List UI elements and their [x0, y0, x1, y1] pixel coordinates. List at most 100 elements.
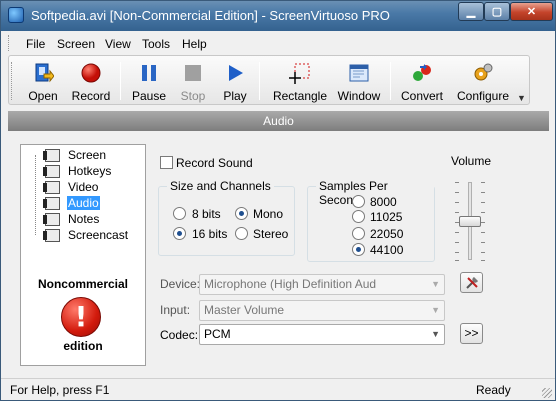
toolbar-grip[interactable] [11, 62, 14, 100]
window-button[interactable]: Window [333, 56, 385, 104]
clapper-icon [43, 228, 61, 242]
app-window: Softpedia.avi [Non-Commercial Edition] -… [0, 0, 556, 401]
tree-item-hotkeys[interactable]: Hotkeys [43, 164, 112, 178]
clapper-icon [43, 148, 61, 162]
radio-8000[interactable] [352, 195, 365, 208]
tree-item-video[interactable]: Video [43, 180, 99, 194]
convert-label: Convert [400, 89, 444, 103]
device-select[interactable]: Microphone (High Definition Aud ▼ [199, 274, 445, 295]
radio-stereo[interactable] [235, 227, 248, 240]
tree-item-audio[interactable]: Audio [43, 196, 100, 210]
device-value: Microphone (High Definition Aud [204, 277, 377, 291]
category-tree: Screen Hotkeys Video Audio Notes Screenc… [20, 144, 146, 366]
open-label: Open [28, 89, 58, 103]
pause-button[interactable]: Pause [127, 56, 171, 104]
radio-16-bits[interactable] [173, 227, 186, 240]
window-select-icon [349, 64, 369, 82]
warning-icon: ! [61, 297, 101, 337]
noncommercial-label: Noncommercial [37, 277, 129, 291]
tree-item-label: Hotkeys [68, 164, 112, 178]
maximize-button[interactable]: ▢ [484, 2, 510, 21]
chevron-down-icon: ▼ [431, 329, 440, 339]
chevron-down-icon: ▼ [431, 279, 440, 289]
stop-button[interactable]: Stop [173, 56, 213, 104]
device-settings-button[interactable] [460, 272, 483, 293]
codec-more-button[interactable]: >> [460, 323, 483, 344]
configure-icon [474, 63, 493, 81]
clapper-icon [43, 164, 61, 178]
resize-grip[interactable] [542, 388, 552, 398]
section-header: Audio [8, 111, 549, 131]
toolbar-separator [259, 62, 260, 100]
open-icon [35, 63, 54, 83]
tree-item-screencast[interactable]: Screencast [43, 228, 129, 242]
chevron-down-icon: ▼ [431, 305, 440, 315]
input-label: Input: [160, 303, 191, 317]
record-sound-label: Record Sound [176, 156, 253, 170]
record-icon [81, 63, 101, 83]
label-8-bits: 8 bits [192, 207, 221, 221]
settings-panel: Screen Hotkeys Video Audio Notes Screenc… [8, 134, 549, 375]
play-button[interactable]: Play [215, 56, 255, 104]
tree-lines [35, 155, 36, 235]
radio-44100[interactable] [352, 243, 365, 256]
clapper-icon [43, 212, 61, 226]
menu-tools[interactable]: Tools [142, 37, 170, 51]
radio-8-bits[interactable] [173, 207, 186, 220]
volume-slider-thumb[interactable] [459, 215, 481, 227]
rectangle-label: Rectangle [272, 89, 328, 103]
app-icon[interactable] [8, 7, 24, 23]
codec-select[interactable]: PCM ▼ [199, 324, 445, 345]
convert-icon [413, 64, 431, 81]
play-icon [229, 65, 243, 81]
toolbar-separator [120, 62, 121, 100]
radio-22050[interactable] [352, 227, 365, 240]
tree-item-label: Screencast [68, 228, 129, 242]
pause-label: Pause [131, 89, 167, 103]
convert-button[interactable]: Convert [397, 56, 447, 104]
toolbar: Open Record Pause Stop Play Rectangle Wi… [8, 55, 530, 105]
pause-icon [142, 65, 156, 81]
rectangle-select-icon [289, 63, 310, 84]
clapper-icon [43, 196, 61, 210]
toolbar-separator [390, 62, 391, 100]
radio-11025[interactable] [352, 210, 365, 223]
menu-help[interactable]: Help [182, 37, 207, 51]
status-help-text: For Help, press F1 [10, 383, 110, 397]
clapper-icon [43, 180, 61, 194]
menu-file[interactable]: File [26, 37, 45, 51]
tree-item-screen[interactable]: Screen [43, 148, 107, 162]
menu-grip[interactable] [8, 35, 11, 51]
label-11025: 11025 [370, 210, 403, 224]
toolbar-overflow-chevron-icon[interactable]: ▼ [517, 93, 526, 103]
record-button[interactable]: Record [69, 56, 113, 104]
tools-icon [465, 277, 478, 289]
samples-group: Samples Per Second 8000 11025 22050 4410… [307, 179, 435, 262]
tree-item-label: Video [68, 180, 99, 194]
volume-label: Volume [451, 154, 492, 168]
label-44100: 44100 [370, 243, 404, 257]
configure-button[interactable]: Configure [453, 56, 513, 104]
open-button[interactable]: Open [23, 56, 63, 104]
close-button[interactable]: ✕ [510, 2, 553, 21]
codec-label: Codec: [160, 328, 199, 342]
window-title: Softpedia.avi [Non-Commercial Edition] -… [31, 8, 390, 23]
menu-view[interactable]: View [105, 37, 131, 51]
label-mono: Mono [253, 207, 284, 221]
play-label: Play [223, 89, 247, 103]
input-select[interactable]: Master Volume ▼ [199, 300, 445, 321]
tree-item-label: Notes [68, 212, 100, 226]
radio-mono[interactable] [235, 207, 248, 220]
size-channels-title: Size and Channels [167, 179, 274, 193]
menu-screen[interactable]: Screen [57, 37, 95, 51]
record-sound-checkbox[interactable] [160, 156, 173, 169]
rectangle-button[interactable]: Rectangle [267, 56, 333, 104]
title-bar[interactable]: Softpedia.avi [Non-Commercial Edition] -… [1, 1, 555, 31]
input-value: Master Volume [204, 303, 285, 317]
tree-item-notes[interactable]: Notes [43, 212, 100, 226]
tree-item-label: Screen [68, 148, 107, 162]
minimize-button[interactable]: ▁ [458, 2, 484, 21]
codec-value: PCM [204, 327, 231, 341]
record-label: Record [71, 89, 111, 103]
status-bar: For Help, press F1 Ready [1, 378, 555, 400]
